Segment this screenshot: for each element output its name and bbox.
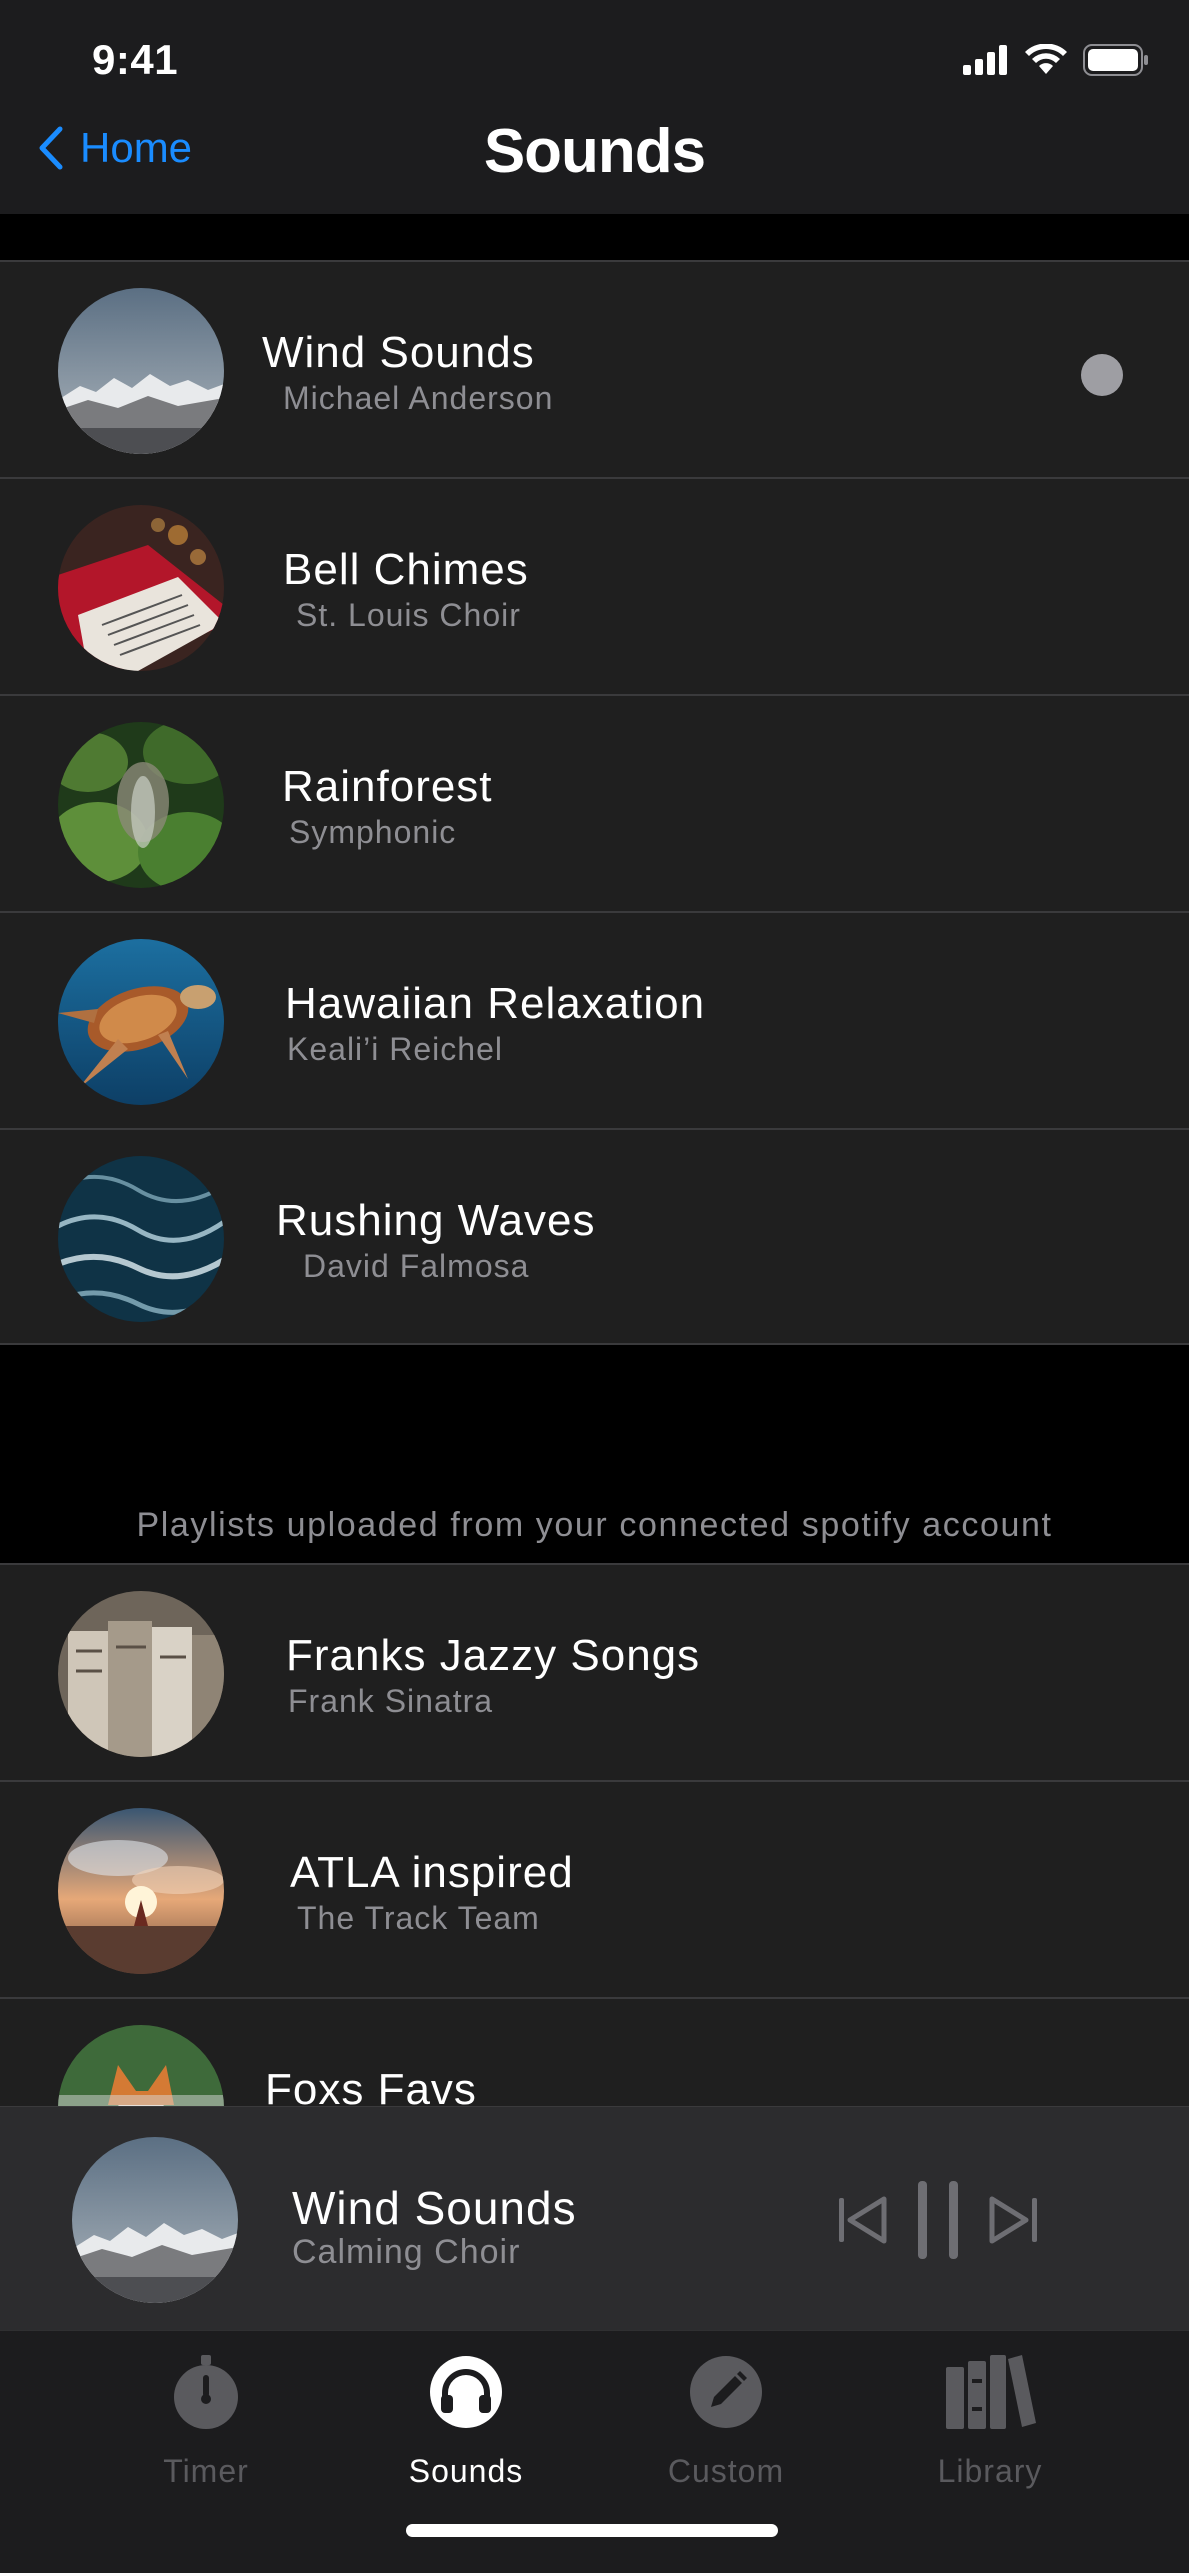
list-item[interactable]: Bell Chimes St. Louis Choir xyxy=(0,477,1189,694)
headphones-icon xyxy=(430,2356,502,2428)
home-indicator xyxy=(406,2524,778,2537)
status-time: 9:41 xyxy=(92,36,179,83)
mini-player[interactable]: Wind Sounds Calming Choir xyxy=(0,2106,1189,2330)
list-item[interactable]: Wind Sounds Michael Anderson xyxy=(0,260,1189,477)
tab-label: Timer xyxy=(163,2453,249,2489)
previous-track-icon[interactable] xyxy=(836,2193,888,2247)
sound-artist: St. Louis Choir xyxy=(296,597,521,633)
stopwatch-icon xyxy=(174,2355,238,2429)
next-track-icon[interactable] xyxy=(988,2193,1040,2247)
sound-title: Rainforest xyxy=(282,762,493,811)
sound-title: Hawaiian Relaxation xyxy=(285,979,706,1028)
playlist-title: ATLA inspired xyxy=(290,1848,574,1897)
pencil-icon xyxy=(690,2356,762,2428)
page-title: Sounds xyxy=(483,117,706,186)
tab-timer[interactable]: Timer xyxy=(106,2353,306,2490)
sound-artist: Keali’i Reichel xyxy=(287,1031,503,1067)
pause-icon[interactable] xyxy=(914,2179,962,2261)
list-item[interactable]: Franks Jazzy Songs Frank Sinatra xyxy=(0,1563,1189,1780)
sheet-music-thumbnail xyxy=(58,505,224,671)
list-item[interactable]: Rushing Waves David Falmosa xyxy=(0,1128,1189,1345)
playlist-title: Franks Jazzy Songs xyxy=(286,1631,701,1680)
list-item[interactable]: ATLA inspired The Track Team xyxy=(0,1780,1189,1997)
books-icon xyxy=(946,2355,1036,2429)
sounds-list: Wind Sounds Michael Anderson Bell Chimes… xyxy=(0,260,1189,1345)
playlist-artist: The Track Team xyxy=(297,1900,540,1936)
now-playing-indicator xyxy=(1081,354,1123,396)
sea-turtle-thumbnail xyxy=(58,939,224,1105)
tab-label: Library xyxy=(937,2453,1043,2489)
cellular-signal-icon xyxy=(963,45,1007,75)
ocean-waves-thumbnail xyxy=(58,1156,224,1322)
sound-title: Bell Chimes xyxy=(283,545,529,594)
tab-label: Custom xyxy=(667,2453,785,2489)
playlist-artist: Frank Sinatra xyxy=(288,1683,494,1719)
playback-controls xyxy=(836,2179,1040,2261)
rainforest-thumbnail xyxy=(58,722,224,888)
navigation-bar: Home Sounds xyxy=(0,110,1189,214)
now-playing-artist: Calming Choir xyxy=(292,2233,521,2271)
status-icons xyxy=(963,44,1149,76)
sound-artist: David Falmosa xyxy=(303,1248,530,1284)
tab-library[interactable]: Library xyxy=(890,2353,1090,2490)
wifi-icon xyxy=(1025,44,1067,74)
now-playing-title: Wind Sounds xyxy=(292,2182,577,2234)
section-spacer xyxy=(0,214,1189,262)
battery-icon xyxy=(1083,44,1148,76)
sound-title: Wind Sounds xyxy=(262,328,535,377)
vinyl-records-thumbnail xyxy=(58,1591,224,1757)
status-bar: 9:41 xyxy=(0,0,1189,120)
tab-label: Sounds xyxy=(408,2453,524,2489)
sound-artist: Michael Anderson xyxy=(283,380,554,416)
tab-custom[interactable]: Custom xyxy=(626,2353,826,2490)
playlists-section-caption: Playlists uploaded from your connected s… xyxy=(136,1506,1053,1544)
list-item[interactable]: Rainforest Symphonic xyxy=(0,694,1189,911)
sunset-meditation-thumbnail xyxy=(58,1808,224,1974)
sound-title: Rushing Waves xyxy=(276,1196,596,1245)
list-item[interactable]: Hawaiian Relaxation Keali’i Reichel xyxy=(0,911,1189,1128)
sound-artist: Symphonic xyxy=(289,814,457,850)
tab-sounds[interactable]: Sounds xyxy=(366,2353,566,2490)
now-playing-artwork xyxy=(72,2137,238,2303)
mountains-thumbnail xyxy=(58,288,224,454)
